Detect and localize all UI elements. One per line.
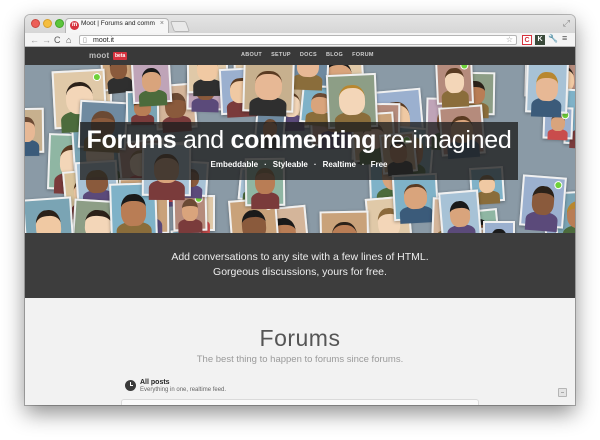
avatar-tile [242, 65, 295, 117]
close-window-icon[interactable] [31, 19, 40, 28]
hero-title-and: and [176, 126, 231, 154]
hero-title: Forums and commenting re-imagined [80, 126, 518, 155]
maximize-window-icon[interactable] [55, 19, 64, 28]
avatar-tile [319, 210, 370, 233]
hero-title-forums: Forums [86, 126, 177, 154]
feature-free: Free [370, 160, 388, 169]
clock-icon [125, 380, 136, 391]
feature-realtime: Realtime [322, 160, 356, 169]
moot-logo[interactable]: moot [89, 51, 109, 60]
forums-heading: Forums [259, 325, 341, 351]
nav-link-setup[interactable]: SETUP [271, 52, 291, 58]
nav-link-about[interactable]: ABOUT [241, 52, 262, 58]
browser-tab-active[interactable]: m Moot | Forums and comme × [65, 18, 169, 33]
hero-title-commenting: commenting [230, 126, 377, 154]
hero-avatar-collage: Forums and commenting re-imagined Embedd… [25, 65, 575, 233]
browser-toolbar: ← → C ⌂ ▯ moot.it ☆ C K 🔧 ≡ [25, 33, 575, 47]
tab-title: Moot | Forums and comme [81, 20, 155, 27]
menu-icon[interactable]: ≡ [562, 33, 567, 43]
feature-embeddable: Embeddable [210, 160, 259, 169]
hero-banner: Forums and commenting re-imagined Embedd… [80, 122, 518, 180]
avatar-tile [438, 189, 482, 233]
page-icon: ▯ [83, 37, 87, 44]
url-text[interactable]: moot.it [93, 36, 114, 45]
avatar-tile [25, 107, 45, 157]
nav-link-docs[interactable]: DOCS [300, 52, 317, 58]
forward-arrow-icon[interactable]: → [42, 34, 51, 46]
avatar-tile [525, 65, 569, 118]
bookmark-star-icon[interactable]: ☆ [506, 35, 513, 45]
avatar-tile [483, 221, 515, 233]
moot-favicon-icon: m [70, 21, 79, 30]
avatar-tile [25, 196, 75, 233]
feed-panel [121, 399, 479, 405]
tagline-line-1: Add conversations to any site with a few… [171, 251, 429, 263]
reload-icon[interactable]: C [54, 34, 61, 46]
feature-styleable: Styleable [272, 160, 308, 169]
extension-c-icon[interactable]: C [522, 35, 532, 45]
minimize-window-icon[interactable] [43, 19, 52, 28]
nav-link-blog[interactable]: BLOG [326, 52, 343, 58]
fullscreen-icon[interactable]: ⤢ [563, 18, 570, 29]
beta-badge: beta [113, 52, 128, 60]
tab-close-icon[interactable]: × [160, 20, 164, 27]
wrench-icon[interactable]: 🔧 [548, 34, 558, 43]
nav-link-forum[interactable]: FORUM [352, 52, 374, 58]
avatar-tile [130, 65, 173, 107]
chat-icon[interactable] [558, 388, 567, 397]
tagline-line-2: Gorgeous discussions, yours for free. [213, 266, 387, 278]
hero-features: Embeddable · Styleable · Realtime · Free [210, 160, 388, 169]
hero-title-reimagined: re-imagined [376, 126, 512, 154]
all-posts-title[interactable]: All posts [140, 379, 170, 386]
tab-strip: m Moot | Forums and comme × ⤢ [25, 15, 575, 33]
all-posts-subtitle: Everything in one, realtime feed. [140, 387, 227, 393]
home-icon[interactable]: ⌂ [66, 34, 71, 46]
browser-window: m Moot | Forums and comme × ⤢ ← → C ⌂ ▯ … [25, 15, 575, 405]
forums-section: Forums The best thing to happen to forum… [25, 298, 575, 405]
avatar-tile [519, 174, 567, 232]
avatar-tile [325, 72, 379, 133]
site-navbar: moot beta ABOUT SETUP DOCS BLOG FORUM [25, 47, 575, 65]
avatar-tile [435, 65, 474, 108]
back-arrow-icon[interactable]: ← [30, 34, 39, 46]
new-tab-button[interactable] [169, 21, 191, 32]
extension-k-icon[interactable]: K [535, 35, 545, 45]
tagline-band: Add conversations to any site with a few… [25, 233, 575, 298]
forums-subheading: The best thing to happen to forums since… [196, 354, 404, 365]
address-bar[interactable]: ▯ moot.it ☆ [79, 35, 517, 45]
nav-links: ABOUT SETUP DOCS BLOG FORUM [241, 52, 374, 58]
